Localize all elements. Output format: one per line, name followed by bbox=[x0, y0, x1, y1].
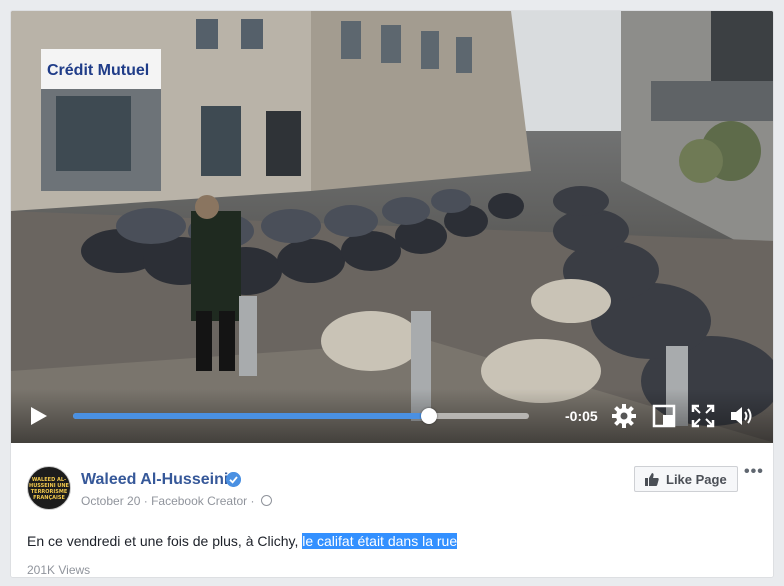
settings-gear-icon[interactable] bbox=[611, 403, 637, 429]
facebook-video-post: Crédit Mutuel -0:05 WALEED AL-HUSSEINI U… bbox=[10, 10, 774, 578]
meta-separator: · bbox=[143, 493, 148, 508]
meta-separator-2: · bbox=[250, 493, 255, 508]
pip-icon[interactable] bbox=[651, 403, 677, 429]
post-meta: October 20 · Facebook Creator · bbox=[81, 493, 272, 508]
post-details: WALEED AL-HUSSEINI UNE TERRORISME FRANÇA… bbox=[11, 443, 773, 577]
like-page-button[interactable]: Like Page bbox=[634, 466, 738, 492]
storefront-sign: Crédit Mutuel bbox=[47, 62, 149, 79]
progress-scrubber[interactable] bbox=[420, 408, 437, 424]
progress-fill bbox=[73, 413, 429, 419]
globe-icon[interactable] bbox=[260, 495, 272, 507]
more-options-icon[interactable]: ••• bbox=[744, 464, 764, 483]
time-remaining: -0:05 bbox=[565, 408, 598, 424]
video-player[interactable]: Crédit Mutuel -0:05 bbox=[11, 11, 773, 443]
thumbs-up-icon bbox=[645, 473, 659, 486]
page-name-link[interactable]: Waleed Al-Husseini bbox=[81, 471, 228, 489]
post-text-highlight: le califat était dans la rue bbox=[302, 533, 458, 549]
like-page-label: Like Page bbox=[666, 472, 727, 487]
view-count: 201K Views bbox=[27, 563, 91, 577]
post-text: En ce vendredi et une fois de plus, à Cl… bbox=[27, 533, 458, 549]
volume-icon[interactable] bbox=[729, 403, 755, 429]
post-date-link[interactable]: October 20 bbox=[81, 494, 140, 508]
progress-bar[interactable] bbox=[73, 408, 529, 424]
avatar[interactable]: WALEED AL-HUSSEINI UNE TERRORISME FRANÇA… bbox=[27, 466, 71, 510]
post-text-plain: En ce vendredi et une fois de plus, à Cl… bbox=[27, 533, 303, 549]
play-icon[interactable] bbox=[27, 405, 49, 427]
fullscreen-icon[interactable] bbox=[690, 403, 716, 429]
avatar-caption: WALEED AL-HUSSEINI UNE TERRORISME FRANÇA… bbox=[29, 477, 69, 501]
verified-badge-icon bbox=[226, 472, 241, 487]
creator-label: Facebook Creator bbox=[151, 493, 248, 508]
video-frame: Crédit Mutuel bbox=[11, 11, 773, 443]
video-controls: -0:05 bbox=[11, 389, 773, 443]
